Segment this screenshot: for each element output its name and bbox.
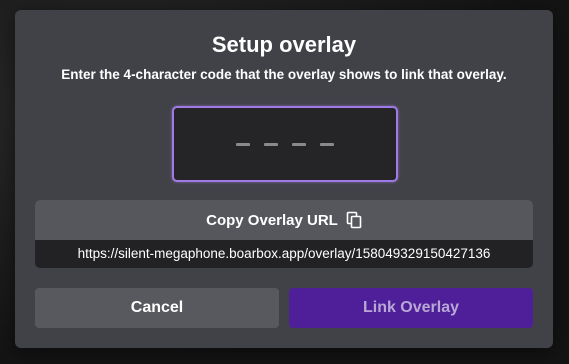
cancel-button[interactable]: Cancel [35,288,279,328]
copy-overlay-url-button[interactable]: Copy Overlay URL [35,200,533,240]
dialog-title: Setup overlay [211,32,357,57]
overlay-code-input[interactable] [172,106,398,182]
overlay-url-text: https://silent-megaphone.boarbox.app/ove… [77,246,491,261]
overlay-url-box: Copy Overlay URL https://silent-megaphon… [35,200,533,268]
link-overlay-button[interactable]: Link Overlay [289,288,533,328]
code-slot-4 [320,142,334,146]
code-slot-2 [264,142,278,146]
copy-overlay-url-label: Copy Overlay URL [206,211,338,229]
dialog-subtitle: Enter the 4-character code that the over… [61,67,507,82]
code-slot-3 [292,142,306,146]
setup-overlay-dialog: Setup overlay Enter the 4-character code… [15,10,553,348]
code-slot-1 [236,142,250,146]
copy-icon [346,211,362,229]
